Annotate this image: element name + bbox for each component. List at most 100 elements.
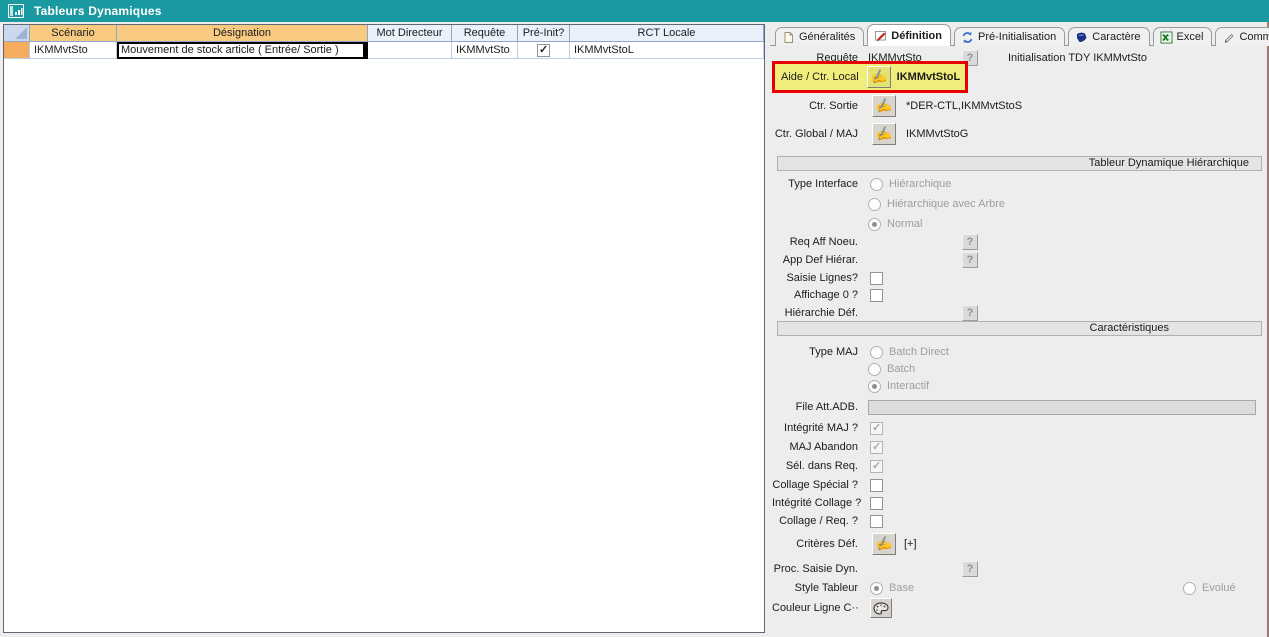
- pre-init-checkbox[interactable]: [537, 44, 550, 57]
- cell-designation[interactable]: Mouvement de stock article ( Entrée/ Sor…: [117, 42, 368, 59]
- saisie-lignes-checkbox[interactable]: [870, 272, 883, 285]
- definition-panel: Généralités Définition Pré-Initialisatio…: [770, 24, 1264, 637]
- palette-icon: [873, 602, 889, 615]
- affichage-0-checkbox[interactable]: [870, 289, 883, 302]
- radio-hierarchique-avec-arbre-label: Hiérarchique avec Arbre: [887, 198, 1005, 210]
- ctr-sortie-value: *DER-CTL,IKMMvtStoS: [906, 100, 1022, 112]
- aide-ctr-local-label: Aide / Ctr. Local: [775, 71, 859, 83]
- field-row-file-att-adb: File Att.ADB.: [772, 398, 1260, 416]
- radio-base[interactable]: [870, 582, 883, 595]
- field-row-criteres-def: Critères Déf. ✍ [+]: [772, 532, 1260, 556]
- ctr-sortie-label: Ctr. Sortie: [772, 100, 858, 112]
- cell-requete[interactable]: IKMMvtSto: [452, 42, 518, 59]
- tab-label: Caractère: [1092, 31, 1140, 43]
- app-def-hierar-prompt-button[interactable]: ?: [962, 252, 978, 268]
- radio-hierarchique-label: Hiérarchique: [889, 178, 951, 190]
- radio-hierarchique-avec-arbre[interactable]: [868, 198, 881, 211]
- ctr-global-maj-value: IKMMvtStoG: [906, 128, 968, 140]
- field-row-type-maj-2: Batch: [772, 360, 1269, 378]
- collage-special-checkbox[interactable]: [870, 479, 883, 492]
- affichage-0-label: Affichage 0 ?: [772, 289, 858, 301]
- col-header-pre-init[interactable]: Pré-Init?: [518, 25, 570, 42]
- tab-label: Commentaire: [1239, 31, 1269, 43]
- tab-definition[interactable]: Définition: [867, 24, 951, 46]
- window-chart-icon: [8, 4, 24, 18]
- field-row-req-aff-noeu: Req Aff Noeu. ?: [772, 233, 1260, 251]
- scenarios-grid: Scénario Désignation Mot Directeur Requê…: [3, 24, 765, 633]
- col-header-requete[interactable]: Requête: [452, 25, 518, 42]
- field-row-maj-abandon: MAJ Abandon: [772, 438, 1260, 456]
- hierarchie-def-prompt-button[interactable]: ?: [962, 305, 978, 321]
- ctr-sortie-prompt-button[interactable]: ✍: [872, 95, 896, 117]
- radio-batch-direct[interactable]: [870, 346, 883, 359]
- section-header-tableur-hierarchique: Tableur Dynamique Hiérarchique: [777, 156, 1262, 171]
- grid-corner-cell[interactable]: [4, 25, 30, 42]
- field-row-hierarchie-def: Hiérarchie Déf. ?: [772, 304, 1260, 322]
- saisie-lignes-label: Saisie Lignes?: [772, 272, 858, 284]
- maj-abandon-checkbox[interactable]: [870, 441, 883, 454]
- cell-pre-init[interactable]: [518, 42, 570, 59]
- field-row-sel-dans-req: Sél. dans Req.: [772, 457, 1260, 475]
- col-header-rct-locale[interactable]: RCT Locale: [570, 25, 764, 42]
- designation-text: Mouvement de stock article ( Entrée/ Sor…: [121, 44, 339, 56]
- aide-ctr-local-highlight: Aide / Ctr. Local ✍ IKMMvtStoL: [772, 61, 968, 93]
- radio-hierarchique[interactable]: [870, 178, 883, 191]
- field-row-ctr-global-maj: Ctr. Global / MAJ ✍ IKMMvtStoG: [772, 122, 1260, 146]
- integrite-maj-checkbox[interactable]: [870, 422, 883, 435]
- radio-batch-direct-label: Batch Direct: [889, 346, 949, 358]
- tab-pre-initialisation[interactable]: Pré-Initialisation: [954, 27, 1065, 46]
- radio-batch[interactable]: [868, 363, 881, 376]
- tab-label: Excel: [1177, 31, 1204, 43]
- tabbar: Généralités Définition Pré-Initialisatio…: [775, 24, 1269, 46]
- criteres-def-value: [+]: [904, 538, 917, 550]
- table-row: IKMMvtSto Mouvement de stock article ( E…: [4, 42, 764, 59]
- tab-commentaire[interactable]: Commentaire: [1215, 27, 1269, 46]
- field-row-type-interface-3: Normal: [772, 215, 1269, 233]
- aide-ctr-local-prompt-button[interactable]: ✍: [867, 66, 891, 88]
- row-selector-cell[interactable]: [4, 42, 30, 59]
- aide-ctr-local-value: IKMMvtStoL: [897, 71, 961, 83]
- col-header-scenario[interactable]: Scénario: [30, 25, 117, 42]
- radio-evolue[interactable]: [1183, 582, 1196, 595]
- evolue-option: Evolué: [1183, 582, 1236, 595]
- section-header-caracteristiques: Caractéristiques: [777, 321, 1262, 336]
- tab-generalites[interactable]: Généralités: [775, 27, 864, 46]
- couleur-ligne-palette-button[interactable]: [870, 598, 892, 618]
- radio-normal[interactable]: [868, 218, 881, 231]
- radio-interactif[interactable]: [868, 380, 881, 393]
- field-row-integrite-maj: Intégrité MAJ ?: [772, 419, 1260, 437]
- red-pen-icon: [874, 29, 887, 42]
- criteres-def-label: Critères Déf.: [772, 538, 858, 550]
- excel-icon: [1160, 31, 1173, 44]
- tab-excel[interactable]: Excel: [1153, 27, 1213, 46]
- integrite-maj-label: Intégrité MAJ ?: [772, 422, 858, 434]
- integrite-collage-checkbox[interactable]: [870, 497, 883, 510]
- field-row-style-tableur: Style Tableur Base Evolué: [772, 579, 1260, 597]
- field-row-collage-req: Collage / Req. ?: [772, 512, 1260, 530]
- cell-mot-directeur[interactable]: [368, 42, 452, 59]
- window-title: Tableurs Dynamiques: [34, 4, 162, 18]
- col-header-mot-directeur[interactable]: Mot Directeur: [368, 25, 452, 42]
- style-tableur-label: Style Tableur: [772, 582, 858, 594]
- prompt-hand-icon: ✍: [871, 123, 896, 145]
- hierarchie-def-label: Hiérarchie Déf.: [772, 307, 858, 319]
- proc-saisie-dyn-prompt-button[interactable]: ?: [962, 561, 978, 577]
- ctr-global-maj-prompt-button[interactable]: ✍: [872, 123, 896, 145]
- field-row-integrite-collage: Intégrité Collage ?: [772, 494, 1260, 512]
- type-interface-label: Type Interface: [772, 178, 858, 190]
- tab-caractere[interactable]: Caractère: [1068, 27, 1149, 46]
- col-header-designation[interactable]: Désignation: [117, 25, 368, 42]
- cell-scenario[interactable]: IKMMvtSto: [30, 42, 117, 59]
- req-aff-noeu-prompt-button[interactable]: ?: [962, 234, 978, 250]
- criteres-def-prompt-button[interactable]: ✍: [872, 533, 896, 555]
- file-att-adb-input[interactable]: [868, 400, 1256, 415]
- ctr-global-maj-label: Ctr. Global / MAJ: [772, 128, 858, 140]
- cell-rct-locale[interactable]: IKMMvtStoL: [570, 42, 764, 59]
- collage-special-label: Collage Spécial ?: [772, 479, 858, 491]
- collage-req-checkbox[interactable]: [870, 515, 883, 528]
- integrite-collage-label: Intégrité Collage ?: [772, 497, 858, 509]
- radio-evolue-label: Evolué: [1202, 582, 1236, 594]
- sel-dans-req-checkbox[interactable]: [870, 460, 883, 473]
- field-row-affichage-0: Affichage 0 ?: [772, 286, 1260, 304]
- field-row-type-interface-2: Hiérarchique avec Arbre: [772, 195, 1269, 213]
